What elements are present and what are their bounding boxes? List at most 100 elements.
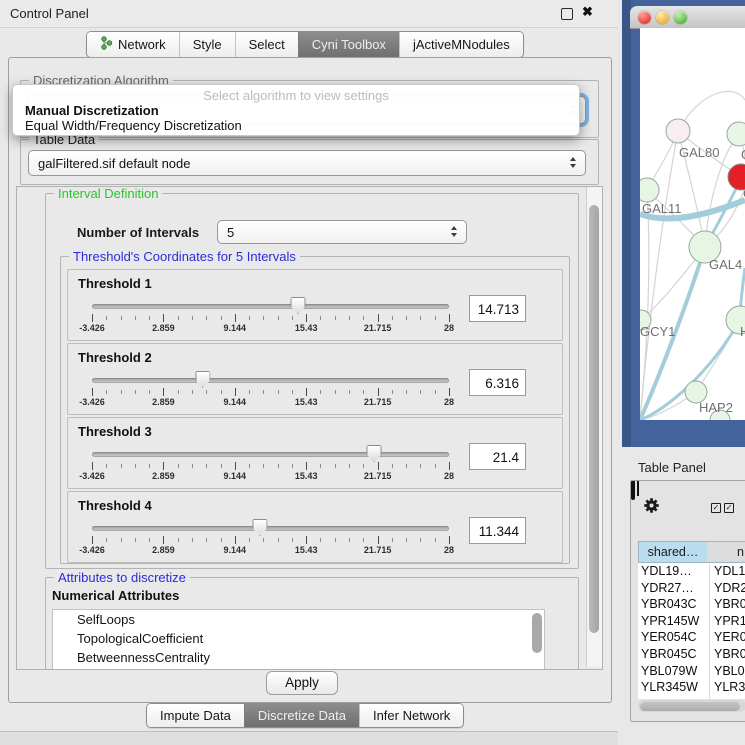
checkbox-icon[interactable]: ✓ <box>724 503 734 513</box>
table-row[interactable]: YDL19…YDL1 <box>638 563 745 580</box>
network-node[interactable] <box>666 119 690 143</box>
slider-handle[interactable] <box>195 371 210 388</box>
list-scrollbar[interactable] <box>532 613 542 653</box>
threshold-2-panel: Threshold 2 -3.4262.8599.14415.4321.7152… <box>67 343 563 415</box>
dropdown-prompt: Select algorithm to view settings <box>13 88 579 103</box>
slider-tick-labels: -3.4262.8599.14415.4321.71528 <box>92 397 449 409</box>
table-data-combobox[interactable]: galFiltered.sif default node <box>28 150 586 176</box>
table-row[interactable]: YBR045CYBR0 <box>638 646 745 663</box>
column-header-name[interactable]: n <box>707 542 745 562</box>
gear-icon[interactable] <box>643 497 660 519</box>
tab-jactivemnodules[interactable]: jActiveMNodules <box>399 32 523 57</box>
threshold-2-value-field[interactable]: 6.316 <box>469 369 526 396</box>
tab-impute-data[interactable]: Impute Data <box>147 704 244 727</box>
slider-handle[interactable] <box>367 445 382 462</box>
threshold-3-value-field[interactable]: 21.4 <box>469 443 526 470</box>
column-header-shared-name[interactable]: shared… <box>639 542 708 562</box>
thresholds-group: Threshold's Coordinates for 5 Intervals … <box>60 256 570 564</box>
tab-select[interactable]: Select <box>235 32 298 57</box>
slider-track[interactable] <box>92 304 449 309</box>
dropdown-option-equal-width-frequency[interactable]: Equal Width/Frequency Discretization <box>15 118 577 133</box>
table-row[interactable]: YLR345WYLR3 <box>638 679 745 696</box>
table-row[interactable]: YPR145WYPR1 <box>638 613 745 630</box>
number-of-intervals-combobox[interactable]: 5 <box>217 220 467 244</box>
tab-cyni-toolbox[interactable]: Cyni Toolbox <box>298 32 399 57</box>
numerical-attributes-list[interactable]: SelfLoops TopologicalCoefficient Between… <box>52 609 545 670</box>
tab-discretize-data[interactable]: Discretize Data <box>244 704 359 727</box>
slider-ticks <box>92 388 449 397</box>
number-of-intervals-label: Number of Intervals <box>77 225 199 240</box>
threshold-1-slider[interactable]: -3.4262.8599.14415.4321.71528 <box>92 270 449 340</box>
network-edge[interactable] <box>640 190 649 420</box>
slider-ticks <box>92 536 449 545</box>
slider-handle[interactable] <box>252 519 267 536</box>
network-node-label: GAL11 <box>642 201 682 216</box>
table-horizontal-scrollbar[interactable] <box>638 700 745 712</box>
slider-handle[interactable] <box>291 297 306 314</box>
interval-definition-group: Interval Definition Number of Intervals … <box>45 193 579 569</box>
control-panel-titlebar: Control Panel ✖ <box>0 0 618 28</box>
network-node-label: GAL4 <box>709 257 742 272</box>
float-window-icon[interactable] <box>561 8 573 20</box>
network-node[interactable] <box>727 122 745 146</box>
combo-arrows-icon <box>450 226 459 238</box>
column-layout-icon[interactable] <box>631 480 635 500</box>
threshold-4-slider[interactable]: -3.4262.8599.14415.4321.71528 <box>92 492 449 562</box>
scrollbar-thumb[interactable] <box>589 205 599 633</box>
zoom-traffic-light[interactable] <box>674 11 687 24</box>
tab-network[interactable]: Network <box>87 32 179 57</box>
table-row[interactable]: YDR27…YDR2 <box>638 580 745 597</box>
network-node[interactable] <box>640 178 659 202</box>
table-body: YDL19…YDL1 YDR27…YDR2 YBR043CYBR0 YPR145… <box>638 563 745 699</box>
tab-label: Infer Network <box>373 708 450 723</box>
close-traffic-light[interactable] <box>638 11 651 24</box>
table-row[interactable]: YER054CYER0 <box>638 629 745 646</box>
network-icon <box>100 36 113 53</box>
checkbox-icon[interactable]: ✓ <box>711 503 721 513</box>
tab-label: Network <box>118 37 166 52</box>
tab-label: Select <box>249 37 285 52</box>
network-canvas[interactable]: GAL80GCGAL11GAL4GCY1HHAP2 <box>640 28 745 420</box>
slider-tick-labels: -3.4262.8599.14415.4321.71528 <box>92 545 449 557</box>
list-item[interactable]: SelfLoops <box>53 610 544 629</box>
table-row[interactable]: YBR043CYBR0 <box>638 596 745 613</box>
settings-scrollbar[interactable] <box>586 187 602 667</box>
table-row[interactable]: YIL052CYIL0 <box>638 696 745 699</box>
scrollbar-thumb[interactable] <box>640 702 740 711</box>
threshold-3-slider[interactable]: -3.4262.8599.14415.4321.71528 <box>92 418 449 488</box>
combo-value: galFiltered.sif default node <box>38 156 190 171</box>
combo-arrows-icon <box>569 157 578 169</box>
apply-button[interactable]: Apply <box>266 671 338 695</box>
threshold-2-slider[interactable]: -3.4262.8599.14415.4321.71528 <box>92 344 449 414</box>
slider-track[interactable] <box>92 526 449 531</box>
panel-title: Control Panel <box>10 6 89 21</box>
dropdown-option-manual-discretization[interactable]: Manual Discretization <box>15 103 577 118</box>
tab-infer-network[interactable]: Infer Network <box>359 704 463 727</box>
slider-track[interactable] <box>92 452 449 457</box>
group-title: Interval Definition <box>54 186 162 201</box>
slider-track[interactable] <box>92 378 449 383</box>
slider-ticks <box>92 462 449 471</box>
network-node-label: H <box>740 324 745 339</box>
control-panel: Control Panel ✖ Network Style <box>0 0 618 745</box>
table-header: shared… n <box>638 541 745 563</box>
network-window-titlebar[interactable] <box>630 6 745 29</box>
status-strip <box>0 731 618 745</box>
slider-tick-labels: -3.4262.8599.14415.4321.71528 <box>92 323 449 335</box>
minimize-traffic-light[interactable] <box>656 11 669 24</box>
network-node-label: G <box>741 147 745 162</box>
close-icon[interactable]: ✖ <box>582 4 593 20</box>
threshold-4-value-field[interactable]: 11.344 <box>469 517 526 544</box>
list-item[interactable]: TopologicalCoefficient <box>53 629 544 648</box>
table-panel-box: ✓ ✓ shared… n YDL19…YDL1 YDR27…YDR2 YBR0… <box>630 480 745 722</box>
network-view-window: GAL80GCGAL11GAL4GCY1HHAP2 <box>622 0 745 447</box>
group-title: Attributes to discretize <box>54 570 190 585</box>
network-graph[interactable]: GAL80GCGAL11GAL4GCY1HHAP2 <box>640 28 745 420</box>
tab-style[interactable]: Style <box>179 32 235 57</box>
attributes-group: Attributes to discretize Numerical Attri… <box>45 577 579 670</box>
table-row[interactable]: YBL079WYBL0 <box>638 663 745 680</box>
threshold-1-value-field[interactable]: 14.713 <box>469 295 526 322</box>
network-node-label: GCY1 <box>640 324 675 339</box>
table-panel: Table Panel ✓ ✓ shared… <box>622 447 745 745</box>
list-item[interactable]: BetweennessCentrality <box>53 648 544 667</box>
